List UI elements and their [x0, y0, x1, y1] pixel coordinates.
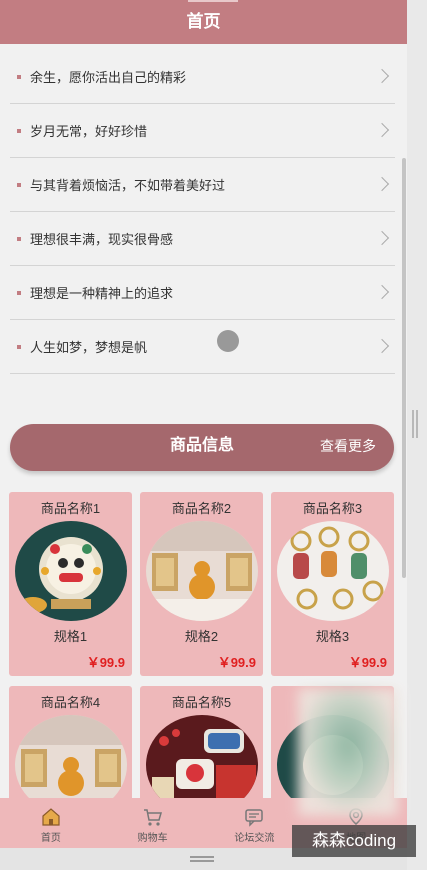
bullet-icon: [17, 74, 21, 79]
product-card[interactable]: 商品名称1 规格1 ￥99.9: [9, 492, 132, 676]
blurred-region: [298, 688, 398, 816]
product-name: 商品名称2: [171, 501, 232, 516]
bullet-icon: [17, 128, 21, 133]
home-icon: [42, 808, 60, 826]
header-notch: [188, 0, 238, 2]
page-header: 首页: [0, 0, 407, 44]
product-name: 商品名称1: [40, 501, 101, 516]
list-item-text: 理想是一种精神上的追求: [30, 286, 174, 301]
chat-icon: [245, 809, 264, 827]
drag-handle-icon[interactable]: [190, 856, 214, 862]
chevron-right-icon: [374, 230, 390, 246]
product-card[interactable]: 商品名称3 规格3 ￥99.9: [271, 492, 394, 676]
page-title: 首页: [186, 12, 221, 31]
product-spec: 规格3: [315, 629, 350, 644]
tab-label: 首页: [40, 833, 61, 844]
bullet-icon: [17, 182, 21, 187]
product-card[interactable]: 商品名称2 规格2 ￥99.9: [140, 492, 263, 676]
quote-list: 余生，愿你活出自己的精彩 岁月无常，好好珍惜 与其背着烦恼活，不如带着美好过 理…: [10, 50, 395, 374]
tab-cart[interactable]: 购物车: [102, 798, 204, 848]
list-item-text: 理想很丰满，现实很骨感: [30, 232, 174, 247]
list-item-text: 与其背着烦恼活，不如带着美好过: [30, 178, 226, 193]
product-price: ￥99.9: [86, 655, 125, 670]
list-item[interactable]: 与其背着烦恼活，不如带着美好过: [10, 158, 395, 212]
list-item-text: 余生，愿你活出自己的精彩: [30, 70, 187, 85]
bullet-icon: [17, 290, 21, 295]
touch-indicator: [217, 330, 239, 352]
chevron-right-icon: [374, 176, 390, 192]
goods-section-header: 商品信息 查看更多: [10, 424, 394, 471]
product-image: [277, 521, 389, 621]
list-item[interactable]: 岁月无常，好好珍惜: [10, 104, 395, 158]
list-item[interactable]: 理想很丰满，现实很骨感: [10, 212, 395, 266]
tab-label: 购物车: [137, 833, 168, 844]
bullet-icon: [17, 236, 21, 241]
product-price: ￥99.9: [217, 655, 256, 670]
list-item[interactable]: 余生，愿你活出自己的精彩: [10, 50, 395, 104]
view-more-link[interactable]: 查看更多: [320, 424, 376, 468]
product-name: 商品名称3: [302, 501, 363, 516]
chevron-right-icon: [374, 284, 390, 300]
bullet-icon: [17, 344, 21, 349]
chevron-right-icon: [374, 68, 390, 84]
list-item[interactable]: 理想是一种精神上的追求: [10, 266, 395, 320]
product-spec: 规格1: [53, 629, 88, 644]
product-spec: 规格2: [184, 629, 219, 644]
tab-home[interactable]: 首页: [0, 798, 102, 848]
chevron-right-icon: [374, 338, 390, 354]
product-name: 商品名称4: [40, 695, 101, 710]
tab-label: 论坛交流: [234, 833, 275, 844]
product-image: [146, 521, 258, 621]
rail-grip-handle[interactable]: [412, 410, 418, 438]
list-item-text: 岁月无常，好好珍惜: [30, 124, 148, 139]
watermark-label: 森森coding: [292, 825, 416, 857]
chevron-right-icon: [374, 122, 390, 138]
product-image: [15, 521, 127, 621]
list-item-text: 人生如梦，梦想是帆: [30, 340, 148, 355]
product-name: 商品名称5: [171, 695, 232, 710]
list-item[interactable]: 人生如梦，梦想是帆: [10, 320, 395, 374]
scrollbar[interactable]: [402, 158, 406, 578]
cart-icon: [143, 809, 162, 826]
tab-forum[interactable]: 论坛交流: [204, 798, 306, 848]
product-price: ￥99.9: [348, 655, 387, 670]
